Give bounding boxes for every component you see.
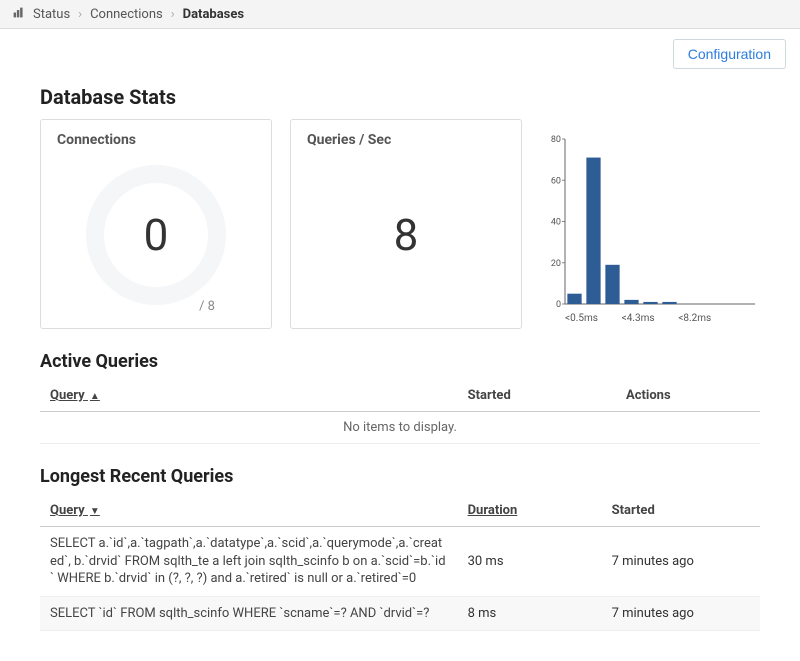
col-query[interactable]: Query ▲ <box>40 380 458 412</box>
duration-text: 8 ms <box>458 596 602 631</box>
status-icon <box>12 6 25 22</box>
page-title: Database Stats <box>40 85 760 109</box>
svg-text:60: 60 <box>551 176 561 186</box>
qps-value: 8 <box>394 209 419 261</box>
svg-text:20: 20 <box>551 259 561 269</box>
configuration-button[interactable]: Configuration <box>673 39 786 69</box>
qps-title: Queries / Sec <box>307 132 505 148</box>
sort-desc-icon: ▼ <box>90 506 100 517</box>
duration-text: 30 ms <box>458 527 602 597</box>
connections-value: 0 <box>144 209 169 261</box>
histogram-x-labels: <0.5ms<4.3ms<8.2ms <box>540 313 735 324</box>
active-queries-title: Active Queries <box>40 351 760 372</box>
duration-histogram: 0 20 40 60 80 <0.5ms<4.3ms<8.2ms <box>540 119 760 329</box>
query-text: SELECT `id` FROM sqlth_scinfo WHERE `scn… <box>40 596 458 631</box>
col-query[interactable]: Query ▼ <box>40 495 458 527</box>
query-text: SELECT a.`id`,a.`tagpath`,a.`datatype`,a… <box>40 527 458 597</box>
chevron-right-icon: › <box>78 7 82 22</box>
col-started[interactable]: Started <box>458 380 616 412</box>
started-text: 7 minutes ago <box>602 527 760 597</box>
started-text: 7 minutes ago <box>602 596 760 631</box>
breadcrumb: Status › Connections › Databases <box>0 0 800 29</box>
table-row[interactable]: SELECT `id` FROM sqlth_scinfo WHERE `scn… <box>40 596 760 631</box>
col-started[interactable]: Started <box>602 495 760 527</box>
qps-card: Queries / Sec 8 <box>290 119 522 329</box>
breadcrumb-item[interactable]: Status <box>33 7 70 22</box>
longest-queries-title: Longest Recent Queries <box>40 466 760 487</box>
connections-max: / 8 <box>199 299 215 314</box>
table-row[interactable]: SELECT a.`id`,a.`tagpath`,a.`datatype`,a… <box>40 527 760 597</box>
col-duration[interactable]: Duration <box>458 495 602 527</box>
longest-queries-table: Query ▼ Duration Started SELECT a.`id`,a… <box>40 495 760 631</box>
histogram-chart: 0 20 40 60 80 <box>540 134 760 309</box>
stats-row: Connections 0 / 8 Queries / Sec 8 0 20 40 6… <box>40 119 760 329</box>
connections-title: Connections <box>57 132 255 148</box>
svg-text:0: 0 <box>556 300 561 309</box>
col-actions[interactable]: Actions <box>616 380 760 412</box>
connections-gauge: 0 / 8 <box>57 154 255 316</box>
svg-text:80: 80 <box>551 135 561 145</box>
breadcrumb-item[interactable]: Connections <box>90 7 163 22</box>
top-actions: Configuration <box>0 29 800 79</box>
chevron-right-icon: › <box>171 7 175 22</box>
breadcrumb-item-current: Databases <box>183 7 244 22</box>
svg-text:40: 40 <box>551 218 561 228</box>
connections-card: Connections 0 / 8 <box>40 119 272 329</box>
active-queries-table: Query ▲ Started Actions No items to disp… <box>40 380 760 444</box>
no-items-text: No items to display. <box>40 412 760 444</box>
sort-asc-icon: ▲ <box>90 391 100 402</box>
